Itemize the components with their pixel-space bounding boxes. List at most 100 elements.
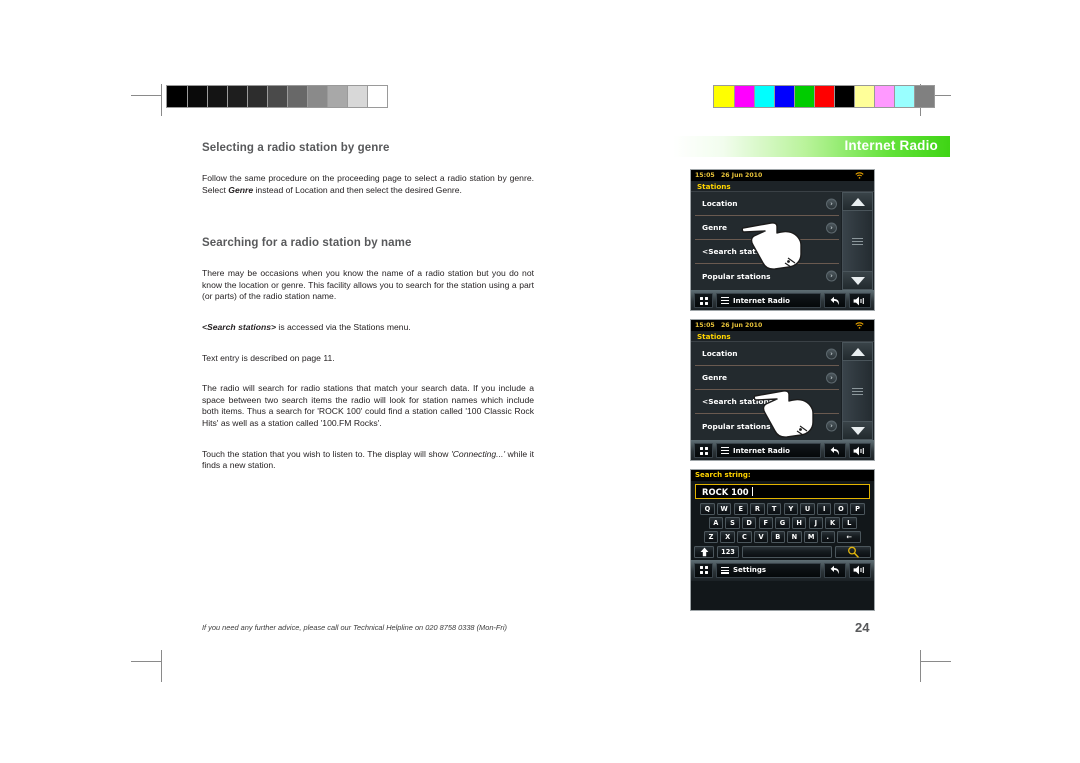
mode-button[interactable]: Settings [716,562,821,578]
menu-item-location[interactable]: Location › [695,192,839,216]
para-search-stations-post: is accessed via the Stations menu. [276,321,411,332]
paragraph-text-entry: Text entry is described on page 11. [202,352,335,363]
wifi-icon [855,172,864,179]
grid-icon [699,296,708,305]
key-p[interactable]: P [850,503,865,515]
shift-arrow-icon [700,547,708,556]
home-grid-button[interactable] [694,293,713,308]
backspace-key[interactable]: ← [837,531,862,544]
key-j[interactable]: J [808,517,824,530]
scroll-track[interactable] [842,361,873,421]
shift-key[interactable] [694,545,714,558]
hamburger-icon [721,565,729,575]
key-l[interactable]: L [842,517,857,530]
menu-item-label: Genre [702,373,727,382]
menu-item-popular-stations[interactable]: Popular stations › [695,264,839,288]
emph-connecting: 'Connecting...' [451,448,505,459]
key-m[interactable]: M [803,531,819,544]
key-period[interactable]: . [820,531,836,544]
search-string-label: Search string: [691,470,874,481]
back-arrow-icon [830,296,839,305]
key-t[interactable]: T [766,503,782,515]
menu-item-location[interactable]: Location › [695,342,839,366]
key-v[interactable]: V [753,531,769,544]
banner-title: Internet Radio [844,138,938,153]
back-button[interactable] [824,443,846,458]
key-b[interactable]: B [770,531,785,544]
color-calibration-strip [713,85,935,108]
paragraph-genre: Follow the same procedure on the proceed… [202,173,534,196]
menu-item-search-stations[interactable]: <Search stations> [695,390,839,414]
key-w[interactable]: W [716,503,732,515]
mode-button[interactable]: Internet Radio [716,293,821,308]
color-swatch [814,86,834,107]
wifi-icon [855,322,864,329]
menu-item-genre[interactable]: Genre › [695,366,839,390]
search-key[interactable] [835,545,871,558]
color-swatch [894,86,914,107]
scroll-down-button[interactable] [842,271,873,290]
key-y[interactable]: Y [783,503,799,515]
menu-item-popular-stations[interactable]: Popular stations › [695,414,839,438]
crop-mark-bot-right-v [920,650,921,682]
scroll-up-button[interactable] [842,192,873,211]
back-button[interactable] [824,293,846,308]
volume-button[interactable] [849,443,871,458]
key-u[interactable]: U [800,503,815,515]
key-a[interactable]: A [708,517,723,530]
back-button[interactable] [824,562,846,578]
scroll-thumb-grip[interactable] [852,236,863,247]
grid-icon [699,566,708,575]
chevron-right-icon: › [826,420,837,432]
color-swatch [714,86,734,107]
menu-item-search-stations[interactable]: <Search stations> [695,240,839,264]
key-f[interactable]: F [758,517,774,530]
grayscale-swatch [207,86,227,107]
crop-mark-bot-left-v [161,650,162,682]
paragraph-name: There may be occasions when you know the… [202,268,534,302]
home-grid-button[interactable] [694,443,713,458]
triangle-down-icon [850,426,865,435]
para-touch-pre: Touch the station that you wish to liste… [202,448,452,459]
key-r[interactable]: R [750,503,765,515]
search-input[interactable]: ROCK 100 [695,484,870,499]
color-swatch [774,86,794,107]
mode-label: Internet Radio [733,446,790,455]
key-o[interactable]: O [833,503,849,515]
key-x[interactable]: X [720,531,735,544]
scrollbar[interactable] [841,342,874,440]
chevron-right-icon: › [826,372,837,383]
volume-button[interactable] [849,562,871,578]
key-h[interactable]: H [791,517,807,530]
numeric-key[interactable]: 123 [717,545,739,558]
menu-item-label: Popular stations [702,271,771,281]
key-z[interactable]: Z [703,531,719,544]
scroll-down-button[interactable] [842,421,873,440]
volume-button[interactable] [849,293,871,308]
bottom-toolbar: Settings [691,559,874,581]
scroll-thumb-grip[interactable] [852,386,863,397]
menu-item-genre[interactable]: Genre › [695,216,839,240]
key-q[interactable]: Q [700,503,715,515]
scroll-track[interactable] [842,211,873,271]
key-g[interactable]: G [775,517,790,530]
grayscale-swatch [187,86,207,107]
space-key[interactable] [742,545,832,558]
key-c[interactable]: C [737,531,752,544]
grayscale-calibration-strip [166,85,388,108]
scrollbar[interactable] [841,192,874,290]
key-d[interactable]: D [741,517,757,530]
key-k[interactable]: K [825,517,840,530]
key-s[interactable]: S [725,517,740,530]
color-swatch [754,86,774,107]
key-i[interactable]: I [816,503,832,515]
mode-button[interactable]: Internet Radio [716,443,821,458]
scroll-up-button[interactable] [842,342,873,361]
bottom-toolbar: Internet Radio [691,290,874,310]
screen-title: Stations [691,331,874,342]
hamburger-icon [721,445,729,455]
home-grid-button[interactable] [694,562,713,578]
grayscale-swatch [167,86,187,107]
key-e[interactable]: E [733,503,749,515]
key-n[interactable]: N [787,531,802,544]
